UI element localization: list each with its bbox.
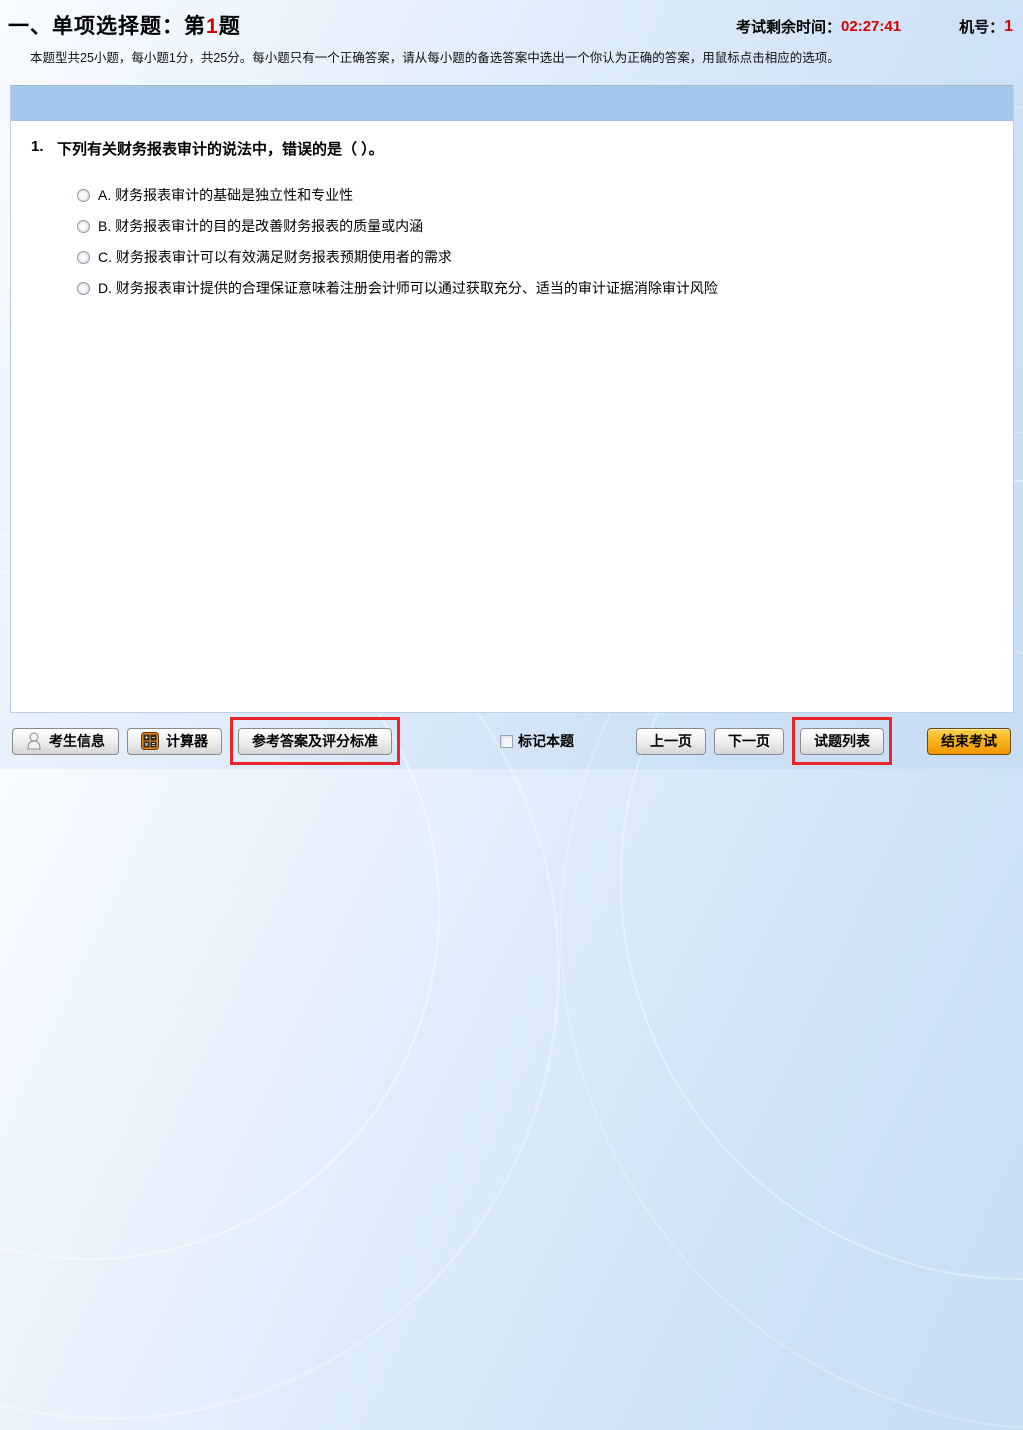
prev-page-button[interactable]: 上一页 <box>636 728 706 755</box>
option-a-label: A. 财务报表审计的基础是独立性和专业性 <box>98 185 353 205</box>
section-title-prefix: 一、单项选择题：第 <box>8 15 206 38</box>
options-list: A. 财务报表审计的基础是独立性和专业性 B. 财务报表审计的目的是改善财务报表… <box>77 186 993 297</box>
radio-option-d[interactable] <box>77 282 90 295</box>
timer-area: 考试剩余时间： 02:27:41 机号： 1 <box>736 16 1013 37</box>
panel-header-bar <box>11 86 1013 121</box>
machine-number-value: 1 <box>1004 18 1013 36</box>
prev-page-label: 上一页 <box>650 731 692 751</box>
reference-answer-highlight: 参考答案及评分标准 <box>230 717 400 765</box>
question-list-button[interactable]: 试题列表 <box>800 728 884 755</box>
reference-answer-label: 参考答案及评分标准 <box>252 731 378 751</box>
radio-option-b[interactable] <box>77 220 90 233</box>
next-page-button[interactable]: 下一页 <box>714 728 784 755</box>
calculator-label: 计算器 <box>166 731 208 751</box>
page-navigation: 上一页 下一页 试题列表 <box>636 717 892 765</box>
person-icon <box>26 732 42 750</box>
option-d-label: D. 财务报表审计提供的合理保证意味着注册会计师可以通过获取充分、适当的审计证据… <box>98 278 718 298</box>
end-exam-label: 结束考试 <box>941 731 997 751</box>
svg-text:+: + <box>145 736 149 742</box>
option-b[interactable]: B. 财务报表审计的目的是改善财务报表的质量或内涵 <box>77 217 993 235</box>
question-number: 1. <box>31 138 57 159</box>
option-d[interactable]: D. 财务报表审计提供的合理保证意味着注册会计师可以通过获取充分、适当的审计证据… <box>77 279 993 297</box>
question-stem: 1. 下列有关财务报表审计的说法中，错误的是（ ）。 <box>31 138 993 159</box>
remaining-time-label: 考试剩余时间： <box>736 16 841 37</box>
machine-number-label: 机号： <box>959 16 1004 37</box>
mark-question-label: 标记本题 <box>518 731 574 751</box>
question-panel: 1. 下列有关财务报表审计的说法中，错误的是（ ）。 A. 财务报表审计的基础是… <box>10 85 1014 713</box>
current-question-number: 1 <box>206 15 219 38</box>
remaining-time-value: 02:27:41 <box>841 18 901 35</box>
svg-text:×: × <box>145 743 149 749</box>
calculator-icon: + − × = <box>141 732 159 750</box>
page-title: 一、单项选择题：第1题 <box>8 10 241 40</box>
question-list-highlight: 试题列表 <box>792 717 892 765</box>
exam-header: 一、单项选择题：第1题 本题型共25小题，每小题1分，共25分。每小题只有一个正… <box>0 0 1023 85</box>
candidate-info-label: 考生信息 <box>49 731 105 751</box>
option-c[interactable]: C. 财务报表审计可以有效满足财务报表预期使用者的需求 <box>77 248 993 266</box>
reference-answer-button[interactable]: 参考答案及评分标准 <box>238 728 392 755</box>
radio-option-a[interactable] <box>77 189 90 202</box>
option-b-label: B. 财务报表审计的目的是改善财务报表的质量或内涵 <box>98 216 423 236</box>
question-text: 下列有关财务报表审计的说法中，错误的是（ ）。 <box>57 138 384 159</box>
end-exam-button[interactable]: 结束考试 <box>927 728 1011 755</box>
option-a[interactable]: A. 财务报表审计的基础是独立性和专业性 <box>77 186 993 204</box>
next-page-label: 下一页 <box>728 731 770 751</box>
mark-question-control[interactable]: 标记本题 <box>500 731 574 751</box>
option-c-label: C. 财务报表审计可以有效满足财务报表预期使用者的需求 <box>98 247 452 267</box>
svg-text:=: = <box>152 743 156 749</box>
radio-option-c[interactable] <box>77 251 90 264</box>
svg-text:−: − <box>152 736 156 742</box>
section-title-suffix: 题 <box>219 15 241 38</box>
calculator-button[interactable]: + − × = 计算器 <box>127 728 222 755</box>
section-instructions: 本题型共25小题，每小题1分，共25分。每小题只有一个正确答案，请从每小题的备选… <box>30 47 840 66</box>
bottom-toolbar: 考生信息 + − × = 计算器 参考答案及评分标准 标记本题 <box>0 713 1023 769</box>
question-block: 1. 下列有关财务报表审计的说法中，错误的是（ ）。 A. 财务报表审计的基础是… <box>11 121 1013 297</box>
mark-question-checkbox[interactable] <box>500 735 513 748</box>
question-list-label: 试题列表 <box>814 731 870 751</box>
candidate-info-button[interactable]: 考生信息 <box>12 728 119 755</box>
